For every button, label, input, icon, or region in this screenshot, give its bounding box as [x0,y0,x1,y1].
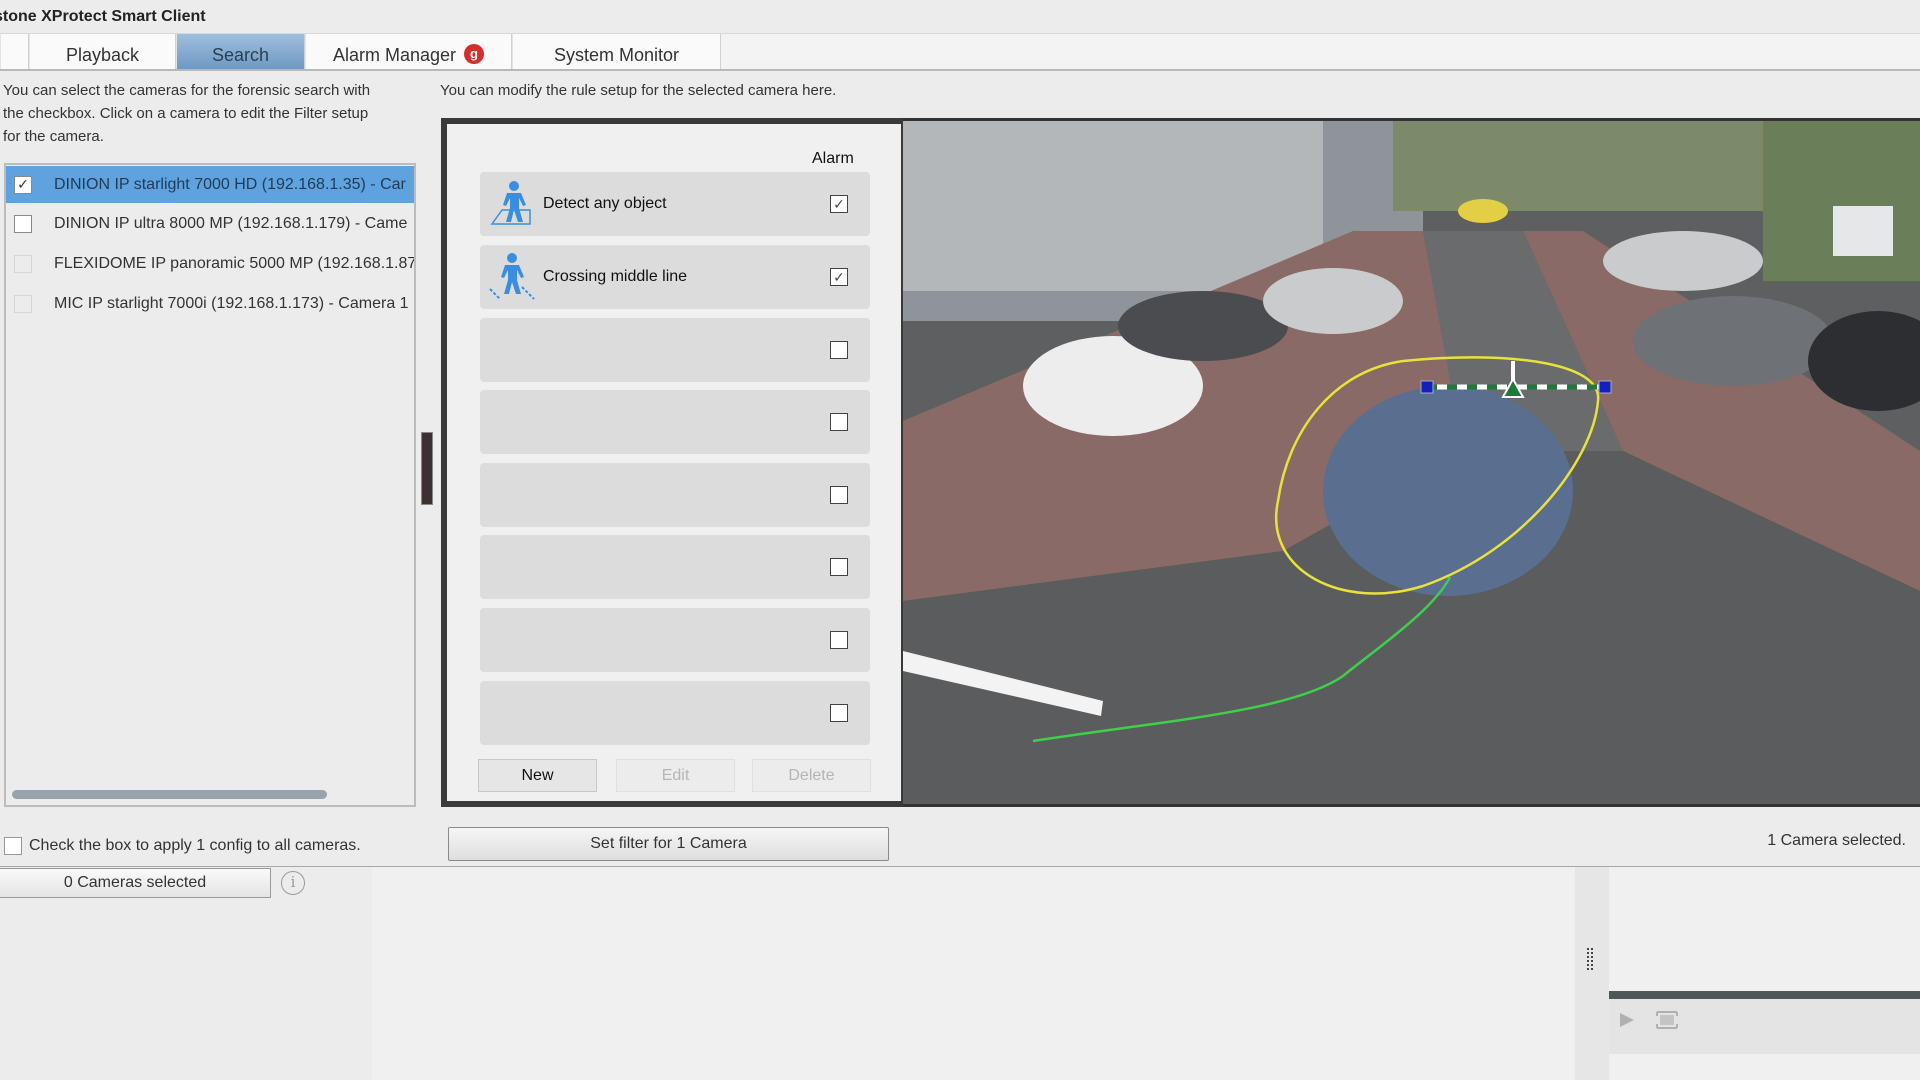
tab-alarm-manager[interactable]: Alarm Manager g [305,34,512,69]
person-in-area-icon [490,181,531,225]
instruction-line: for the camera. [3,128,104,145]
instruction-line: the checkbox. Click on a camera to edit … [3,105,369,122]
rule-slot-empty[interactable] [480,535,870,599]
tab-label: Search [211,45,270,65]
rule-slot-empty[interactable] [480,390,870,454]
edit-rule-button[interactable]: Edit [616,759,735,792]
export-clip-icon[interactable] [1655,1009,1679,1031]
tab-bar: Playback Search Alarm Manager g System Mo… [0,34,1920,71]
new-rule-button[interactable]: New [478,759,597,792]
alarm-checkbox[interactable]: ✓ [830,195,848,213]
tab-label: Playback [65,45,140,65]
rule-slot-empty[interactable] [480,318,870,382]
tab-live[interactable] [0,34,29,69]
rule-slot-empty[interactable] [480,681,870,745]
instruction-line: You can select the cameras for the foren… [3,82,371,99]
line-handle-right [1598,380,1612,394]
tab-search[interactable]: Search [176,34,305,69]
trees [1763,121,1920,281]
play-icon[interactable] [1618,1011,1636,1029]
alarm-checkbox[interactable] [830,413,848,431]
camera-name: MIC IP starlight 7000i (192.168.1.173) -… [54,294,409,312]
rule-item[interactable]: Detect any object ✓ [480,172,870,236]
person-crossing-line-icon [489,253,535,300]
playback-controls [1609,999,1920,1054]
alarm-checkbox[interactable] [830,486,848,504]
car-silver [1263,268,1403,334]
apply-all-label: Check the box to apply 1 config to all c… [29,837,361,854]
delete-rule-button[interactable]: Delete [752,759,871,792]
camera-name: FLEXIDOME IP panoramic 5000 MP (192.168.… [54,254,414,272]
alarm-column-header: Alarm [812,150,854,167]
apply-all-checkbox[interactable] [4,837,22,855]
horizontal-scrollbar[interactable] [12,790,327,799]
pane-splitter[interactable] [1575,867,1609,1080]
car-yellow [1458,199,1508,223]
rule-instructions: You can modify the rule setup for the se… [440,82,837,99]
left-bottom-pane [0,898,372,1080]
set-filter-button[interactable]: Set filter for 1 Camera [448,827,889,861]
camera-checkbox [14,294,32,313]
tab-label: Alarm Manager [332,45,457,65]
tab-label: System Monitor [553,45,680,65]
results-pane [372,867,1575,1080]
building-facade [903,121,1323,291]
alarm-badge-icon: g [464,44,485,64]
timeline-bar[interactable] [1609,991,1920,999]
car-blue-target [1323,386,1573,596]
camera-scene [903,121,1920,804]
alarm-checkbox[interactable] [830,704,848,722]
car-silver-right [1603,231,1763,291]
camera-name: DINION IP starlight 7000 HD (192.168.1.3… [54,175,406,193]
rule-item[interactable]: Crossing middle line ✓ [480,245,870,309]
camera-instructions: You can select the cameras for the foren… [3,79,423,148]
trees [1393,121,1773,211]
car-dark [1118,291,1288,361]
alarm-checkbox[interactable] [830,631,848,649]
van-white [1833,206,1893,256]
camera-selected-status: 1 Camera selected. [1767,832,1906,849]
rule-name: Crossing middle line [543,268,688,285]
title-bar: stone XProtect Smart Client [0,0,1920,34]
tab-system-monitor[interactable]: System Monitor [512,34,721,69]
checkmark-icon: ✓ [17,176,29,192]
alarm-checkbox[interactable] [830,558,848,576]
rule-slot-empty[interactable] [480,608,870,672]
alarm-checkbox[interactable]: ✓ [830,268,848,286]
cameras-selected-button[interactable]: 0 Cameras selected [0,868,271,898]
alarm-checkbox[interactable] [830,341,848,359]
car-grey-right [1633,296,1833,386]
panel-splitter-handle[interactable] [421,432,433,505]
camera-checkbox [14,254,32,273]
tab-playback[interactable]: Playback [29,34,176,69]
grip-handle-icon[interactable] [1587,948,1595,972]
camera-name: DINION IP ultra 8000 MP (192.168.1.179) … [54,214,408,232]
rule-name: Detect any object [543,195,667,212]
app-title: stone XProtect Smart Client [0,8,206,25]
info-icon[interactable]: i [281,871,305,895]
camera-checkbox[interactable] [14,214,32,233]
camera-video-preview[interactable] [903,118,1920,807]
checkmark-icon: ✓ [833,195,845,212]
camera-list: ✓ DINION IP starlight 7000 HD (192.168.1… [4,163,416,807]
camera-list-item[interactable]: FLEXIDOME IP panoramic 5000 MP (192.168.… [6,245,414,282]
camera-list-item[interactable]: MIC IP starlight 7000i (192.168.1.173) -… [6,285,414,322]
checkmark-icon: ✓ [833,268,845,285]
line-handle-left [1420,380,1434,394]
rule-slot-empty[interactable] [480,463,870,527]
camera-list-item[interactable]: DINION IP ultra 8000 MP (192.168.1.179) … [6,205,414,242]
camera-list-item[interactable]: ✓ DINION IP starlight 7000 HD (192.168.1… [6,166,414,203]
camera-checkbox[interactable]: ✓ [14,175,32,194]
